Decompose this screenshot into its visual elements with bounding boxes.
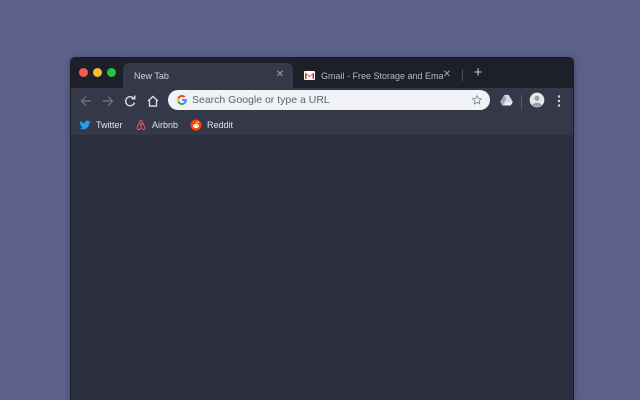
gmail-icon	[304, 71, 315, 80]
tab-title: New Tab	[134, 70, 169, 81]
reload-icon[interactable]	[123, 94, 137, 108]
airbnb-icon	[136, 120, 146, 130]
twitter-icon	[79, 120, 91, 130]
bookmark-airbnb[interactable]: Airbnb	[135, 115, 178, 135]
omnibox[interactable]	[168, 90, 490, 110]
google-drive-icon[interactable]	[499, 93, 514, 108]
page-content	[71, 135, 573, 400]
reddit-icon	[190, 119, 202, 131]
tab-gmail[interactable]: Gmail - Free Storage and Email ✕	[295, 63, 460, 88]
bookmark-star-icon[interactable]	[471, 94, 483, 106]
avatar[interactable]	[529, 92, 545, 108]
menu-dots-icon[interactable]	[552, 94, 566, 108]
forward-arrow-icon[interactable]	[101, 94, 115, 108]
google-g-icon	[177, 95, 187, 105]
bookmark-twitter[interactable]: Twitter	[79, 115, 123, 135]
window-maximize-button[interactable]	[107, 68, 116, 77]
tab-strip: New Tab ✕ Gmail - Free Storage and Email…	[71, 58, 573, 88]
omnibox-input[interactable]	[192, 92, 462, 108]
close-icon[interactable]: ✕	[442, 70, 452, 80]
browser-window: New Tab ✕ Gmail - Free Storage and Email…	[70, 57, 574, 400]
tab-new-tab[interactable]: New Tab ✕	[123, 63, 293, 88]
bookmark-label: Reddit	[207, 120, 234, 130]
tab-title: Gmail - Free Storage and Email	[321, 70, 443, 81]
new-tab-button[interactable]: +	[471, 65, 485, 80]
home-icon[interactable]	[146, 94, 160, 108]
bookmark-label: Airbnb	[152, 120, 179, 130]
bookmark-label: Twitter	[96, 120, 123, 130]
bookmark-reddit[interactable]: Reddit	[190, 115, 233, 135]
back-arrow-icon[interactable]	[79, 94, 93, 108]
close-icon[interactable]: ✕	[275, 70, 285, 80]
window-minimize-button[interactable]	[93, 68, 102, 77]
toolbar-divider	[521, 95, 522, 109]
window-close-button[interactable]	[79, 68, 88, 77]
toolbar	[71, 88, 573, 115]
bookmarks-bar: Twitter Airbnb Reddit	[71, 115, 573, 135]
tab-divider	[462, 69, 463, 81]
